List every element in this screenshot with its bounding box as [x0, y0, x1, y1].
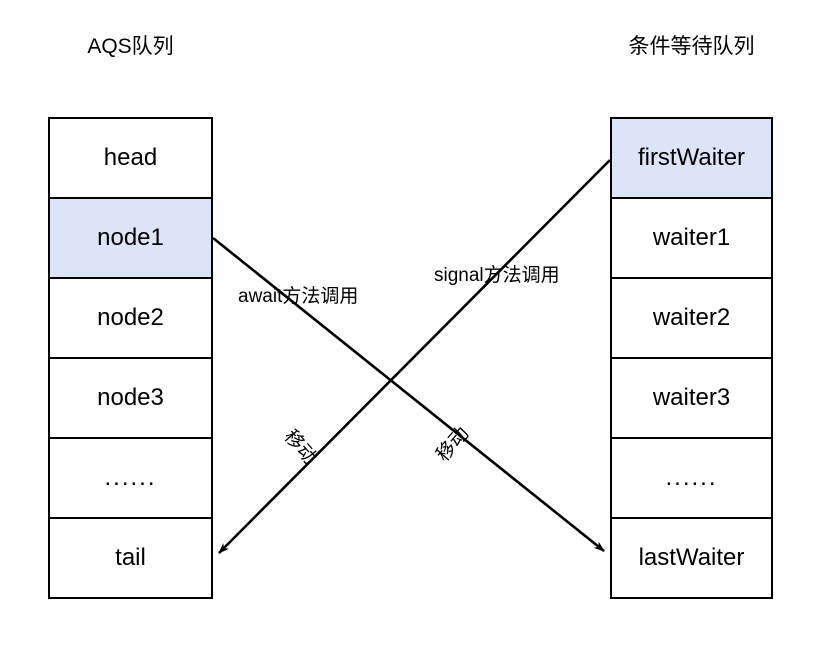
queue-cell-waiter1[interactable]: waiter1	[612, 199, 771, 279]
move-label-right: 移动	[432, 423, 474, 466]
queue-cell-waiter2[interactable]: waiter2	[612, 279, 771, 359]
left-queue-aqs: head node1 node2 node3 ...... tail	[48, 117, 213, 599]
diagram-canvas: AQS队列 条件等待队列 head node1 node2 node3 ....…	[0, 0, 834, 669]
right-queue-title: 条件等待队列	[628, 35, 755, 58]
queue-cell-waiter3[interactable]: waiter3	[612, 359, 771, 439]
signal-call-label: signal方法调用	[434, 265, 560, 286]
left-queue-title: AQS队列	[87, 35, 174, 58]
queue-cell-first-waiter[interactable]: firstWaiter	[612, 119, 771, 199]
await-call-label: await方法调用	[238, 286, 359, 307]
queue-cell-node2[interactable]: node2	[50, 279, 211, 359]
queue-cell-head[interactable]: head	[50, 119, 211, 199]
queue-cell-last-waiter[interactable]: lastWaiter	[612, 519, 771, 597]
queue-cell-ellipsis-left: ......	[50, 439, 211, 519]
move-label-left: 移动	[279, 426, 321, 469]
queue-cell-node3[interactable]: node3	[50, 359, 211, 439]
queue-cell-ellipsis-right: ......	[612, 439, 771, 519]
signal-arrow-line	[218, 159, 611, 554]
queue-cell-node1[interactable]: node1	[50, 199, 211, 279]
queue-cell-tail[interactable]: tail	[50, 519, 211, 597]
right-queue-condition: firstWaiter waiter1 waiter2 waiter3 ....…	[610, 117, 773, 599]
